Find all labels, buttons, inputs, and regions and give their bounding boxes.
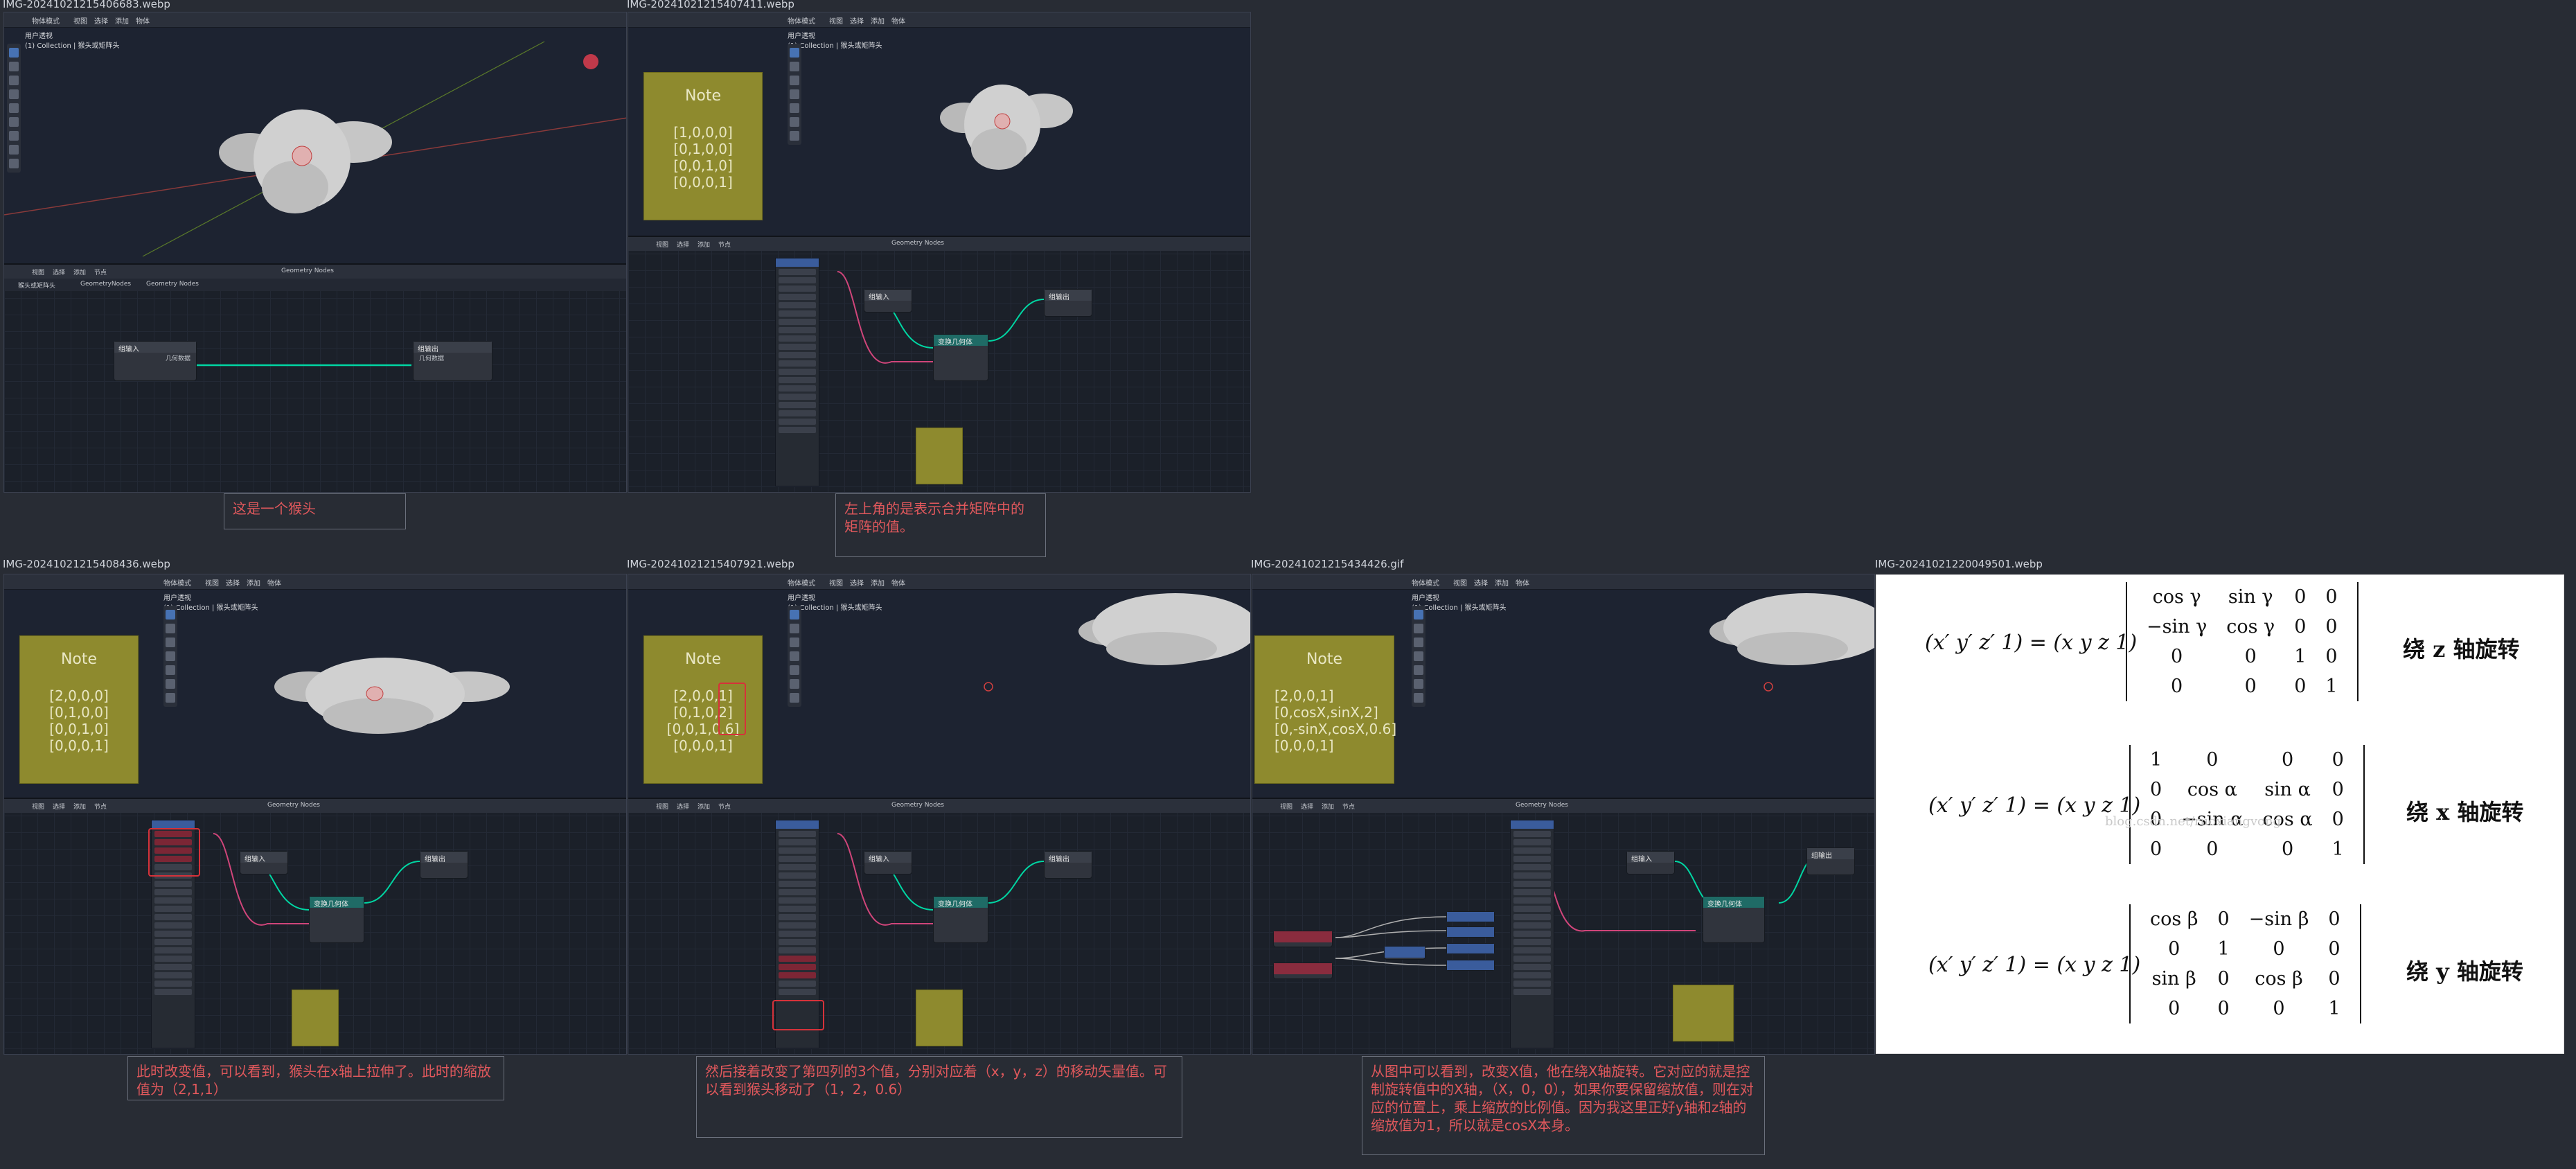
group-output-node[interactable]: 组输出 bbox=[1806, 847, 1855, 875]
monkey-mesh bbox=[219, 109, 392, 213]
highlight-box bbox=[148, 828, 200, 877]
callout-matrix-values: 左上角的是表示合并矩阵中的矩阵的值。 bbox=[835, 493, 1046, 557]
group-input-node[interactable]: 组输入 bbox=[864, 289, 912, 313]
menu-object[interactable]: 物体 bbox=[891, 15, 905, 26]
value-node-2[interactable] bbox=[1273, 963, 1333, 979]
caption-shot-5: IMG-20241021215434426.gif bbox=[1251, 558, 1404, 570]
math-node-neg-sin[interactable] bbox=[1446, 943, 1495, 954]
node-title: 组输入 bbox=[114, 342, 196, 353]
monkey-mesh bbox=[940, 85, 1073, 170]
caption-shot-4: IMG-20241021215407921.webp bbox=[627, 558, 794, 570]
group-output-node[interactable]: 组输出 几何数据 bbox=[413, 341, 492, 381]
callout-rotation: 从图中可以看到，改变X值，他在绕X轴旋转。它对应的就是控制旋转值中的X轴，（X，… bbox=[1362, 1056, 1765, 1155]
socket-label: 几何数据 bbox=[165, 355, 190, 362]
label-rotate-y: 绕 y 轴旋转 bbox=[2406, 958, 2523, 985]
viewport-header: 物体模式 视图 选择 添加 物体 bbox=[1252, 574, 1874, 590]
menu-view[interactable]: 视图 bbox=[73, 15, 87, 26]
equation-lhs-z: (x′ y′ z′ 1) = (x y z 1) bbox=[1925, 631, 2138, 655]
viewport-header: 物体模式 视图 选择 添加 物体 bbox=[4, 12, 626, 28]
node-editor[interactable]: 视图 选择 添加 节点 Geometry Nodes 组输入 变换几何体 组输出 bbox=[628, 236, 1250, 492]
note-panel: Note [1,0,0,0] [0,1,0,0] [0,0,1,0] [0,0,… bbox=[643, 72, 763, 220]
node-editor[interactable]: 视图 选择 添加 节点 Geometry Nodes 组输入 变换几何体 组输出 bbox=[4, 798, 626, 1054]
group-output-node[interactable]: 组输出 bbox=[1044, 851, 1092, 879]
node-header bbox=[776, 258, 819, 267]
blender-window-2: 物体模式 视图 选择 添加 物体 用户透视 (1) Collection | 猴… bbox=[628, 12, 1251, 493]
viewport-header: 物体模式 视图 选择 添加 物体 bbox=[628, 12, 1250, 28]
caption-shot-2: IMG-20241021215407411.webp bbox=[627, 0, 794, 10]
axis-gizmo[interactable] bbox=[583, 54, 598, 69]
blender-window-4: 物体模式 视图 选择 添加 物体 用户透视 (1) Collection | 猴… bbox=[628, 574, 1251, 1055]
callout-translation: 然后接着改变了第四列的3个值，分别对应着（x，y，z）的移动矢量值。可以看到猴头… bbox=[696, 1056, 1182, 1138]
viewport-header: 物体模式 视图 选择 添加 物体 bbox=[4, 574, 626, 590]
math-node[interactable] bbox=[1384, 946, 1425, 960]
group-output-node[interactable]: 组输出 bbox=[420, 851, 468, 879]
note-frame bbox=[292, 990, 339, 1046]
mode-menu[interactable]: 物体模式 bbox=[32, 15, 60, 26]
group-input-node[interactable]: 组输入 几何数据 bbox=[114, 341, 197, 381]
note-frame bbox=[916, 428, 963, 484]
node-editor[interactable]: 视图 选择 添加 节点 Geometry Nodes 猴头或矩阵头 Geomet… bbox=[4, 263, 626, 492]
watermark: blog.csdn.net/ruoxiangvong bbox=[2105, 814, 2281, 829]
group-input-node[interactable]: 组输入 bbox=[240, 851, 288, 874]
note-panel: Note [2,0,0,1] [0,cosX,sinX,2] [0,-sinX,… bbox=[1254, 635, 1396, 784]
note-title: Note bbox=[684, 87, 722, 105]
rotation-matrices-panel: (x′ y′ z′ 1) = (x y z 1) cos γ sin γ00 −s… bbox=[1876, 574, 2564, 1054]
viewport-3d[interactable] bbox=[767, 590, 1251, 798]
callout-monkey: 这是一个猴头 bbox=[224, 493, 406, 529]
viewport-header: 物体模式 视图 选择 添加 物体 bbox=[628, 574, 1250, 590]
group-input-node[interactable]: 组输入 bbox=[1626, 851, 1675, 874]
combine-matrix-node[interactable] bbox=[1510, 820, 1554, 1048]
viewport-3d[interactable] bbox=[4, 28, 627, 270]
math-node-cos-2[interactable] bbox=[1446, 960, 1495, 971]
viewport-3d[interactable] bbox=[767, 28, 1251, 236]
node-links bbox=[1335, 833, 1821, 966]
node-links bbox=[193, 364, 411, 367]
math-node-cos[interactable] bbox=[1446, 911, 1495, 922]
group-output-node[interactable]: 组输出 bbox=[1044, 289, 1092, 317]
menu-add[interactable]: 添加 bbox=[115, 15, 129, 26]
menu-view[interactable]: 视图 bbox=[829, 15, 843, 26]
monkey-mesh bbox=[1709, 593, 1874, 665]
menu-add[interactable]: 添加 bbox=[871, 15, 885, 26]
note-panel: Note [2,0,0,0] [0,1,0,0] [0,0,1,0] [0,0,… bbox=[19, 635, 139, 784]
node-title: 组输出 bbox=[414, 342, 492, 353]
menu-select[interactable]: 选择 bbox=[850, 15, 864, 26]
menu-object[interactable]: 物体 bbox=[136, 15, 150, 26]
monkey-mesh bbox=[274, 658, 510, 734]
blender-window-5: 物体模式 视图 选择 添加 物体 用户透视 (1) Collection | 猴… bbox=[1252, 574, 1875, 1055]
equation-lhs-y: (x′ y′ z′ 1) = (x y z 1) bbox=[1928, 953, 2141, 977]
transform-node[interactable]: 变换几何体 bbox=[933, 896, 988, 943]
monkey-mesh bbox=[1078, 593, 1250, 665]
viewport-3d[interactable] bbox=[143, 590, 627, 798]
transform-node[interactable]: 变换几何体 bbox=[309, 896, 364, 943]
label-rotate-x: 绕 x 轴旋转 bbox=[2406, 799, 2524, 825]
highlight-box bbox=[772, 1000, 824, 1030]
matrix-z: cos γ sin γ00 −sin γ cos γ00 0010 0001 bbox=[2126, 582, 2359, 701]
matrix-x: 1000 0 cos α sin α0 0 −sin α cos α0 0001 bbox=[2129, 745, 2365, 864]
callout-scale: 此时改变值，可以看到，猴头在x轴上拉伸了。此时的缩放值为（2,1,1） bbox=[127, 1056, 504, 1100]
mode-menu[interactable]: 物体模式 bbox=[788, 15, 815, 26]
value-node-1[interactable] bbox=[1273, 931, 1333, 947]
blender-window-1: 物体模式 视图 选择 添加 物体 用户透视 (1) Collection | 猴… bbox=[3, 12, 627, 493]
label-rotate-z: 绕 z 轴旋转 bbox=[2403, 636, 2520, 662]
node-editor[interactable]: 视图 选择 添加 节点 Geometry Nodes 组输入 变换几何体 组输出 bbox=[628, 798, 1250, 1054]
viewport-3d[interactable] bbox=[1391, 590, 1875, 798]
caption-shot-6: IMG-20241021220049501.webp bbox=[1875, 558, 2043, 570]
blender-window-3: 物体模式 视图 选择 添加 物体 用户透视 (1) Collection | 猴… bbox=[3, 574, 627, 1055]
math-node-sin[interactable] bbox=[1446, 926, 1495, 938]
transform-node[interactable]: 变换几何体 bbox=[933, 334, 988, 381]
transform-node[interactable]: 变换几何体 bbox=[1703, 896, 1765, 943]
note-frame bbox=[1673, 985, 1734, 1041]
caption-shot-3: IMG-20241021215408436.webp bbox=[3, 558, 170, 570]
highlight-box bbox=[718, 683, 746, 735]
socket-label: 几何数据 bbox=[419, 355, 445, 362]
caption-shot-1: IMG-20241021215406683.webp bbox=[3, 0, 170, 10]
group-input-node[interactable]: 组输入 bbox=[864, 851, 912, 874]
menu-select[interactable]: 选择 bbox=[94, 15, 108, 26]
collage-board: IMG-20241021215406683.webp IMG-202410212… bbox=[0, 0, 2576, 1169]
node-editor[interactable]: 视图 选择 添加 节点 Geometry Nodes 组输入 变换几何体 组输出 bbox=[1252, 798, 1874, 1054]
note-frame bbox=[916, 990, 963, 1046]
combine-matrix-node[interactable] bbox=[775, 258, 819, 486]
matrix-y: cos β 0 −sin β0 0100 sin β 0 cos β0 0001 bbox=[2129, 904, 2361, 1023]
